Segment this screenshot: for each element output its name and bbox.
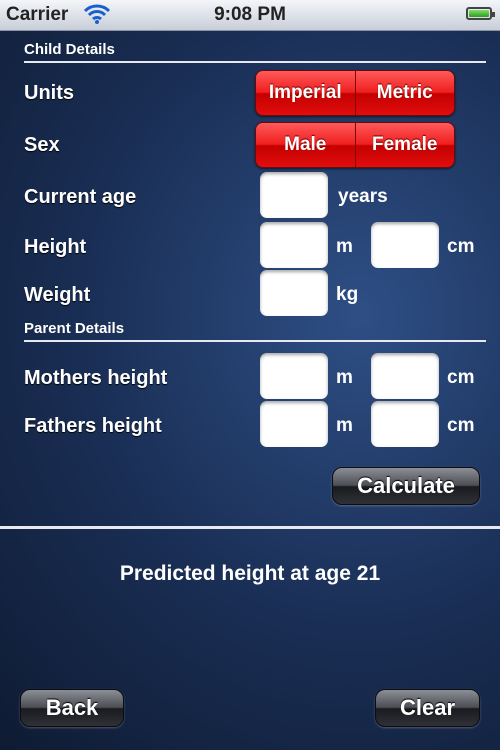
fathers-m-unit: m xyxy=(336,415,353,436)
clear-button[interactable]: Clear xyxy=(375,689,480,727)
calculate-button[interactable]: Calculate xyxy=(332,467,480,505)
mothers-height-label: Mothers height xyxy=(24,367,168,389)
divider xyxy=(24,61,486,63)
units-metric-segment[interactable]: Metric xyxy=(354,71,454,115)
fathers-cm-unit: cm xyxy=(447,415,475,436)
current-age-label: Current age xyxy=(24,186,137,208)
height-m-unit: m xyxy=(336,236,353,257)
mothers-height-m-field[interactable] xyxy=(260,353,328,399)
age-field[interactable] xyxy=(260,172,328,218)
mothers-m-unit: m xyxy=(336,367,353,388)
age-unit-label: years xyxy=(338,186,388,207)
divider xyxy=(24,340,486,342)
status-bar: Carrier 9:08 PM xyxy=(0,0,500,31)
result-divider xyxy=(0,526,500,529)
height-label: Height xyxy=(24,236,87,258)
sex-female-segment[interactable]: Female xyxy=(354,123,454,167)
sex-male-segment[interactable]: Male xyxy=(256,123,355,167)
units-imperial-segment[interactable]: Imperial xyxy=(256,71,355,115)
parent-details-heading: Parent Details xyxy=(24,320,125,337)
mothers-height-cm-field[interactable] xyxy=(371,353,439,399)
height-cm-unit: cm xyxy=(447,236,475,257)
fathers-height-m-field[interactable] xyxy=(260,401,328,447)
sex-segmented-control[interactable]: Male Female xyxy=(255,122,455,168)
weight-label: Weight xyxy=(24,284,91,306)
units-segmented-control[interactable]: Imperial Metric xyxy=(255,70,455,116)
units-label: Units xyxy=(24,82,74,104)
status-time: 9:08 PM xyxy=(214,4,286,25)
back-button[interactable]: Back xyxy=(20,689,124,727)
height-m-field[interactable] xyxy=(260,222,328,268)
fathers-height-cm-field[interactable] xyxy=(371,401,439,447)
battery-icon xyxy=(466,7,495,20)
mothers-cm-unit: cm xyxy=(447,367,475,388)
child-details-heading: Child Details xyxy=(24,41,115,58)
fathers-height-label: Fathers height xyxy=(24,415,162,437)
height-cm-field[interactable] xyxy=(371,222,439,268)
predicted-height-text: Predicted height at age 21 xyxy=(119,562,381,585)
weight-field[interactable] xyxy=(260,270,328,316)
sex-label: Sex xyxy=(24,134,60,156)
weight-unit-label: kg xyxy=(336,284,359,305)
